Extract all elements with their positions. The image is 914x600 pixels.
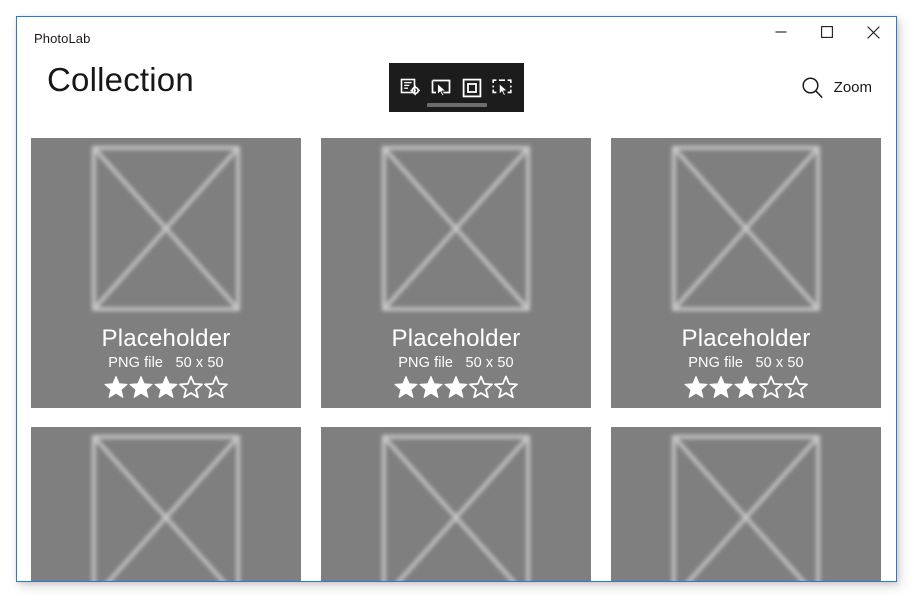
- tool-window-snip[interactable]: [489, 75, 515, 101]
- star-filled-icon[interactable]: [154, 375, 178, 399]
- card-title: Placeholder: [391, 325, 521, 352]
- tool-free-form-snip[interactable]: [428, 75, 454, 101]
- photo-card[interactable]: [611, 427, 881, 581]
- rating-stars[interactable]: [31, 375, 301, 399]
- card-meta: PNG file 50 x 50: [398, 355, 514, 371]
- placeholder-thumbnail: [382, 146, 530, 311]
- minimize-icon: [775, 31, 787, 33]
- placeholder-image-icon: [382, 435, 530, 581]
- placeholder-image-icon: [672, 435, 820, 581]
- placeholder-thumbnail: [92, 146, 240, 311]
- pointer-window-icon: [492, 78, 512, 96]
- star-filled-icon[interactable]: [444, 375, 468, 399]
- card-meta: PNG file 50 x 50: [108, 355, 224, 371]
- close-button[interactable]: [850, 17, 896, 47]
- star-filled-icon[interactable]: [129, 375, 153, 399]
- command-bar: Collection Zoom: [17, 61, 896, 123]
- card-title: Placeholder: [681, 325, 811, 352]
- placeholder-thumbnail: [672, 146, 820, 311]
- photo-grid: Placeholder PNG file 50 x 50 Placeholder: [31, 138, 896, 581]
- minimize-button[interactable]: [758, 17, 804, 47]
- star-empty-icon[interactable]: [759, 375, 783, 399]
- window-controls: [758, 17, 896, 49]
- photo-card[interactable]: [321, 427, 591, 581]
- card-caption: Placeholder PNG file 50 x 50: [31, 325, 301, 399]
- placeholder-image-icon: [382, 146, 530, 311]
- card-title: Placeholder: [101, 325, 231, 352]
- star-filled-icon[interactable]: [419, 375, 443, 399]
- pointer-screen-icon: [431, 79, 451, 97]
- tool-palette[interactable]: [389, 63, 524, 112]
- placeholder-image-icon: [672, 146, 820, 311]
- page-title: Collection: [47, 61, 194, 98]
- palette-drag-handle[interactable]: [426, 103, 487, 107]
- maximize-button[interactable]: [804, 17, 850, 47]
- zoom-label: Zoom: [833, 78, 872, 96]
- rating-stars[interactable]: [611, 375, 881, 399]
- app-title: PhotoLab: [34, 31, 91, 46]
- star-filled-icon[interactable]: [394, 375, 418, 399]
- tool-rectangular-snip[interactable]: [459, 75, 485, 101]
- photo-card[interactable]: Placeholder PNG file 50 x 50: [31, 138, 301, 408]
- maximize-icon: [821, 26, 833, 38]
- card-caption: Placeholder PNG file 50 x 50: [611, 325, 881, 399]
- star-filled-icon[interactable]: [734, 375, 758, 399]
- card-caption: Placeholder PNG file 50 x 50: [321, 325, 591, 399]
- star-empty-icon[interactable]: [469, 375, 493, 399]
- star-empty-icon[interactable]: [179, 375, 203, 399]
- star-empty-icon[interactable]: [494, 375, 518, 399]
- placeholder-thumbnail: [672, 435, 820, 581]
- placeholder-image-icon: [92, 435, 240, 581]
- star-filled-icon[interactable]: [104, 375, 128, 399]
- zoom-button[interactable]: Zoom: [796, 67, 876, 107]
- star-filled-icon[interactable]: [684, 375, 708, 399]
- star-empty-icon[interactable]: [784, 375, 808, 399]
- screen-settings-icon: [400, 78, 420, 95]
- close-icon: [866, 25, 880, 39]
- star-empty-icon[interactable]: [204, 375, 228, 399]
- photo-card[interactable]: [31, 427, 301, 581]
- placeholder-thumbnail: [92, 435, 240, 581]
- rating-stars[interactable]: [321, 375, 591, 399]
- placeholder-image-icon: [92, 146, 240, 311]
- star-filled-icon[interactable]: [709, 375, 733, 399]
- photo-card[interactable]: Placeholder PNG file 50 x 50: [611, 138, 881, 408]
- photo-card[interactable]: Placeholder PNG file 50 x 50: [321, 138, 591, 408]
- title-bar: PhotoLab: [17, 17, 896, 61]
- desktop-background: PhotoLab Collection Zoom Placeholder PNG…: [0, 0, 914, 600]
- placeholder-thumbnail: [382, 435, 530, 581]
- square-outline-icon: [462, 78, 481, 97]
- search-icon: [802, 76, 823, 98]
- tool-snip-settings[interactable]: [398, 75, 424, 101]
- card-meta: PNG file 50 x 50: [688, 355, 804, 371]
- photolab-window: PhotoLab Collection Zoom Placeholder PNG…: [16, 16, 897, 582]
